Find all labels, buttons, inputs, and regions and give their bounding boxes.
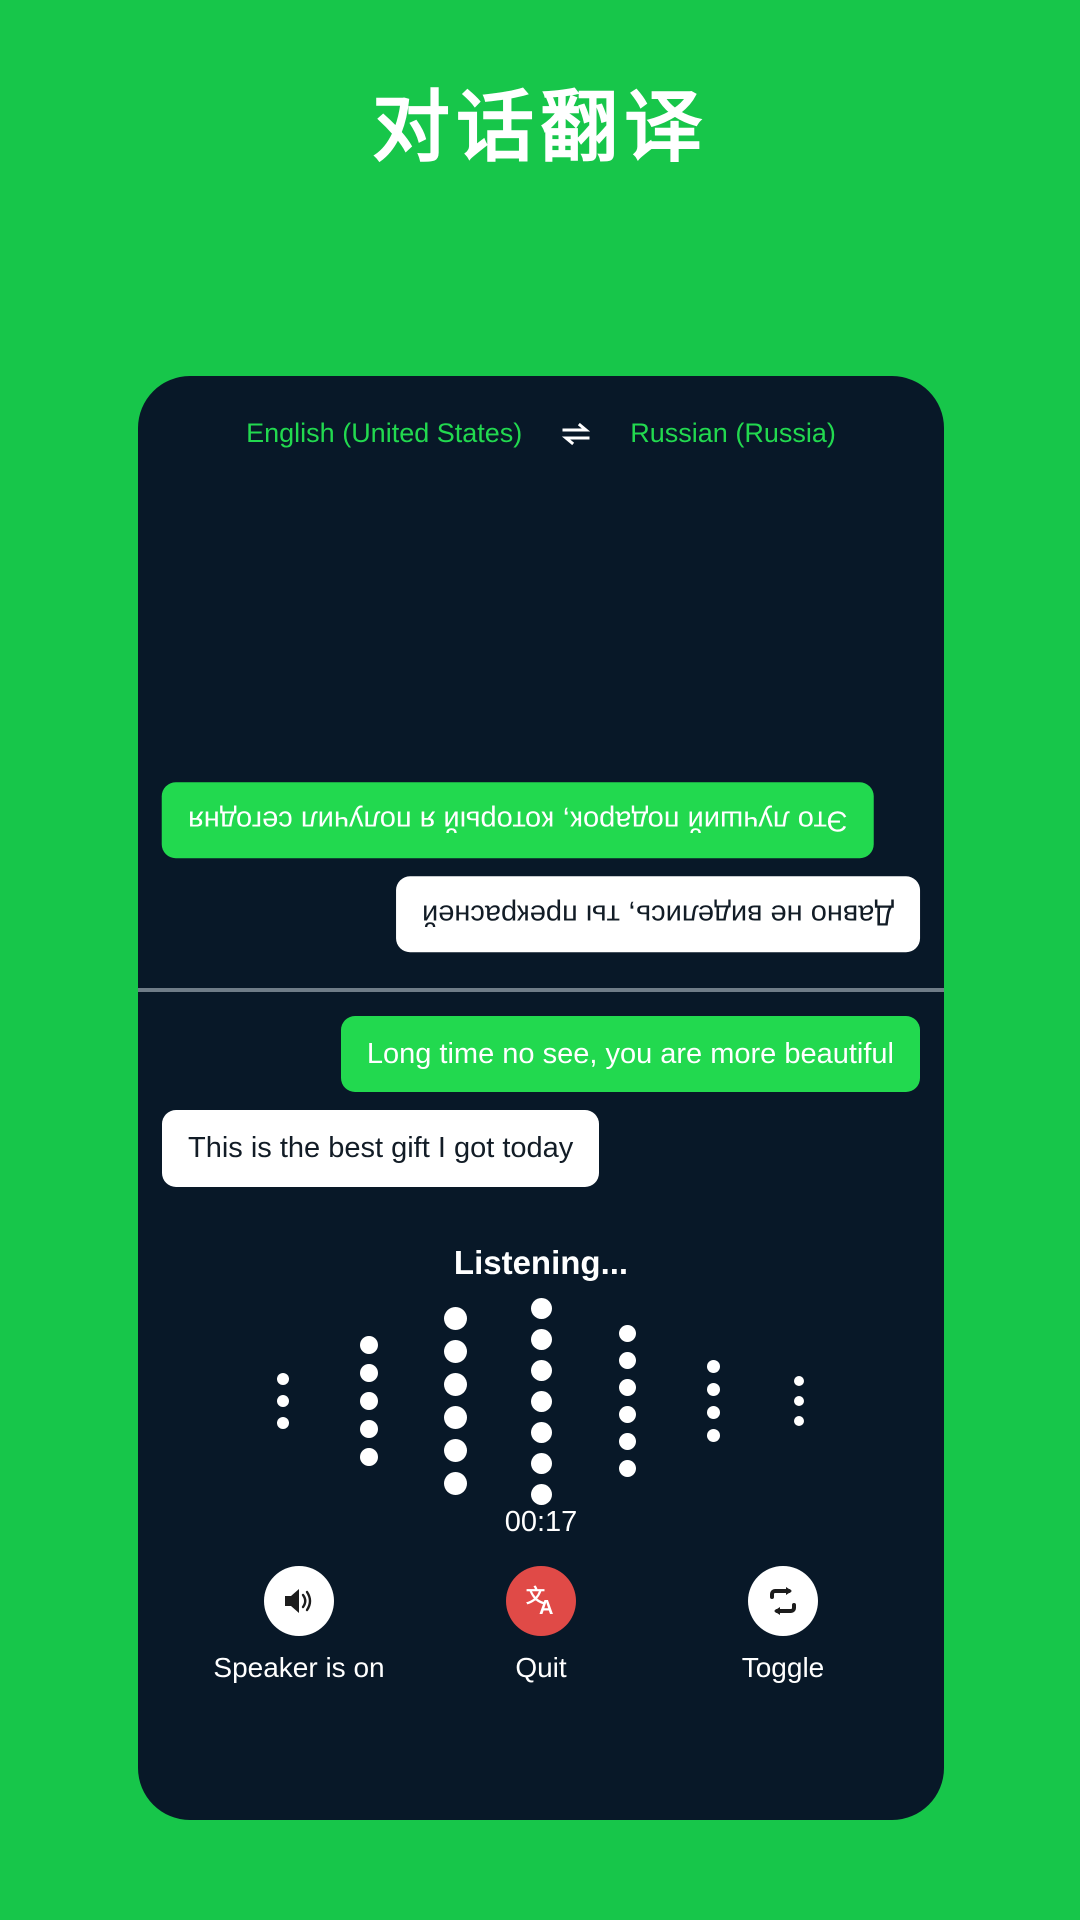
waveform-dot (794, 1416, 804, 1426)
waveform-dot (443, 1307, 467, 1330)
waveform-dot (530, 1483, 552, 1505)
waveform-dot (443, 1406, 467, 1429)
message-bubble[interactable]: Давно не виделись, ты прекрасней (395, 875, 920, 952)
language-bar: English (United States) Russian (Russia) (138, 418, 944, 449)
svg-text:A: A (539, 1597, 553, 1619)
message-row: Long time no see, you are more beautiful (162, 1016, 920, 1093)
source-language-label[interactable]: English (United States) (246, 418, 522, 449)
waveform-column (498, 1293, 584, 1510)
waveform-dot (443, 1472, 467, 1495)
waveform-dot (443, 1439, 467, 1462)
control-bar: Speaker is on 文 A Quit Toggle (138, 1566, 944, 1684)
waveform-column (670, 1355, 756, 1447)
waveform-dot (618, 1433, 636, 1450)
waveform-dot (360, 1420, 378, 1438)
translate-icon: 文 A (506, 1566, 576, 1636)
target-language-label[interactable]: Russian (Russia) (630, 418, 836, 449)
message-row: This is the best gift I got today (162, 1110, 920, 1187)
waveform-dot (360, 1448, 378, 1466)
waveform-dot (443, 1373, 467, 1396)
waveform-dot (360, 1336, 378, 1354)
waveform-column (326, 1331, 412, 1471)
waveform-column (756, 1371, 842, 1431)
waveform-dot (443, 1340, 467, 1363)
waveform-dot (530, 1328, 552, 1350)
quit-button-label: Quit (515, 1652, 567, 1683)
toggle-button-label: Toggle (741, 1652, 825, 1683)
waveform-dot (360, 1392, 378, 1410)
message-bubble[interactable]: Long time no see, you are more beautiful (340, 1016, 920, 1093)
waveform-column (240, 1368, 326, 1434)
conversation-pane-bottom: Long time no see, you are more beautiful… (138, 992, 944, 1242)
waveform-dot (618, 1460, 636, 1477)
swap-horizontal-icon[interactable] (556, 421, 596, 447)
waveform-dot (794, 1396, 804, 1406)
speaker-on-icon (264, 1566, 334, 1636)
waveform-dot (706, 1360, 720, 1373)
app-root: 对话翻译 English (United States) Russian (Ru… (0, 0, 1080, 1920)
waveform-column (584, 1320, 670, 1482)
waveform-dot (706, 1383, 720, 1396)
toggle-button[interactable]: Toggle (683, 1566, 883, 1684)
waveform-dot (277, 1417, 289, 1429)
waveform-dot (530, 1359, 552, 1381)
quit-button[interactable]: 文 A Quit (441, 1566, 641, 1684)
waveform-dot (530, 1390, 552, 1412)
waveform-dot (618, 1325, 636, 1342)
waveform-dot (530, 1421, 552, 1443)
waveform-dot (618, 1406, 636, 1423)
waveform-dot (618, 1352, 636, 1369)
waveform-dot (706, 1406, 720, 1419)
repeat-icon (748, 1566, 818, 1636)
waveform-dot (277, 1395, 289, 1407)
waveform-dot (618, 1379, 636, 1396)
phone-card: English (United States) Russian (Russia)… (138, 376, 944, 1820)
audio-waveform (138, 1297, 944, 1505)
waveform-dot (530, 1452, 552, 1474)
page-title: 对话翻译 (371, 83, 708, 171)
speaker-button[interactable]: Speaker is on (199, 1566, 399, 1684)
message-bubble[interactable]: Это лучший подарок, который я получил се… (162, 781, 874, 858)
message-bubble[interactable]: This is the best gift I got today (162, 1110, 600, 1187)
waveform-column (412, 1302, 498, 1500)
waveform-dot (277, 1373, 289, 1385)
waveform-dot (706, 1429, 720, 1442)
conversation-pane-top: Это лучший подарок, который я получил се… (138, 476, 944, 988)
recording-timer: 00:17 (504, 1506, 578, 1538)
message-row: Давно не виделись, ты прекрасней (162, 875, 920, 952)
waveform-dot (360, 1364, 378, 1382)
message-row: Это лучший подарок, который я получил се… (162, 781, 920, 858)
waveform-dot (794, 1376, 804, 1386)
speaker-button-label: Speaker is on (213, 1652, 385, 1683)
listening-status-label: Listening... (453, 1244, 629, 1281)
waveform-dot (530, 1297, 552, 1319)
